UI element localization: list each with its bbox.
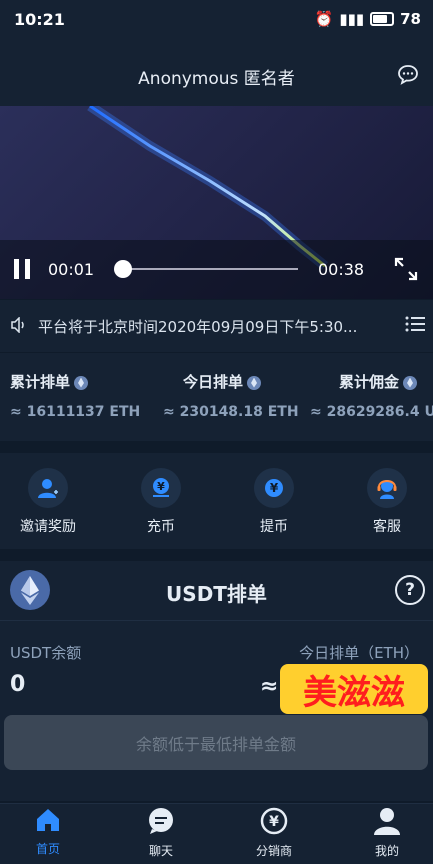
help-icon[interactable]: ?: [395, 575, 425, 605]
battery-icon: [370, 12, 395, 26]
stat-total-commission: 累计佣金: [339, 371, 418, 392]
eth-icon: [247, 375, 262, 390]
invite-user-icon: [28, 468, 68, 508]
today-orders-value: ≈: [260, 674, 279, 699]
menu-deposit[interactable]: ¥ 充币: [107, 468, 215, 536]
stats-panel: [0, 353, 433, 441]
tab-chat[interactable]: 聊天: [107, 806, 215, 859]
stat-value: ≈ 230148.18 ETH: [163, 404, 299, 420]
stat-total-orders: 累计排单: [10, 371, 89, 392]
tab-label: 我的: [374, 844, 399, 858]
sticker-overlay: 美滋滋: [280, 664, 428, 714]
menu-label: 提币: [260, 519, 288, 535]
list-icon[interactable]: [405, 316, 425, 332]
stat-today-orders: 今日排单: [183, 371, 262, 392]
page-title: Anonymous 匿名者: [138, 69, 295, 89]
submit-order-button[interactable]: 余额低于最低排单金额: [4, 715, 428, 770]
tab-label: 首页: [35, 842, 60, 856]
yen-coin-icon: ¥: [260, 807, 288, 835]
menu-label: 邀请奖励: [20, 519, 76, 535]
current-time: 00:01: [48, 260, 95, 279]
progress-knob[interactable]: [114, 260, 132, 278]
usdt-order-title: USDT排单: [166, 582, 267, 606]
fullscreen-icon[interactable]: [393, 256, 419, 282]
home-icon: [37, 809, 59, 831]
status-icons: ⏰ ▮▮▮ 78: [315, 10, 421, 28]
menu-invite[interactable]: 邀请奖励: [0, 468, 102, 536]
stat-value: ≈ 28629286.4 U: [310, 404, 433, 420]
menu-withdraw[interactable]: ¥ 提币: [220, 468, 328, 536]
speaker-icon: [11, 317, 24, 333]
stat-label: 累计佣金: [339, 373, 400, 391]
tab-distributor[interactable]: ¥ 分销商: [220, 806, 328, 859]
svg-text:¥: ¥: [269, 814, 279, 830]
alarm-icon: ⏰: [314, 10, 334, 28]
svg-text:¥: ¥: [270, 481, 279, 495]
message-icon[interactable]: [397, 63, 419, 85]
menu-label: 充币: [147, 519, 175, 535]
status-time: 10:21: [14, 10, 65, 29]
usdt-balance-label: USDT余额: [10, 644, 82, 662]
usdt-balance-value: 0: [10, 672, 26, 697]
customer-service-icon: [367, 468, 407, 508]
signal-icon: ▮▮▮: [339, 10, 365, 28]
tab-label: 聊天: [148, 844, 173, 858]
svg-text:¥: ¥: [157, 480, 165, 493]
menu-label: 客服: [373, 519, 401, 535]
user-icon: [374, 808, 400, 835]
tab-label: 分销商: [255, 844, 292, 858]
menu-customer-service[interactable]: 客服: [333, 468, 433, 536]
stat-label: 累计排单: [10, 373, 71, 391]
eth-icon: [74, 375, 89, 390]
duration: 00:38: [318, 260, 365, 279]
eth-icon: [403, 375, 418, 390]
tab-mine[interactable]: 我的: [333, 806, 433, 859]
stat-value: ≈ 16111137 ETH: [10, 404, 141, 420]
stat-label: 今日排单: [183, 373, 244, 391]
announcement-text: 平台将于北京时间2020年09月09日下午5:30...: [38, 318, 358, 336]
divider: [0, 620, 433, 621]
pause-icon[interactable]: [14, 259, 32, 279]
progress-track[interactable]: [122, 268, 298, 270]
tab-home[interactable]: 首页: [0, 806, 102, 857]
deposit-icon: ¥: [141, 468, 181, 508]
chat-bubble-icon: [149, 808, 173, 834]
battery-level: 78: [400, 10, 421, 28]
today-orders-label: 今日排单（ETH）: [299, 644, 419, 662]
withdraw-icon: ¥: [254, 468, 294, 508]
